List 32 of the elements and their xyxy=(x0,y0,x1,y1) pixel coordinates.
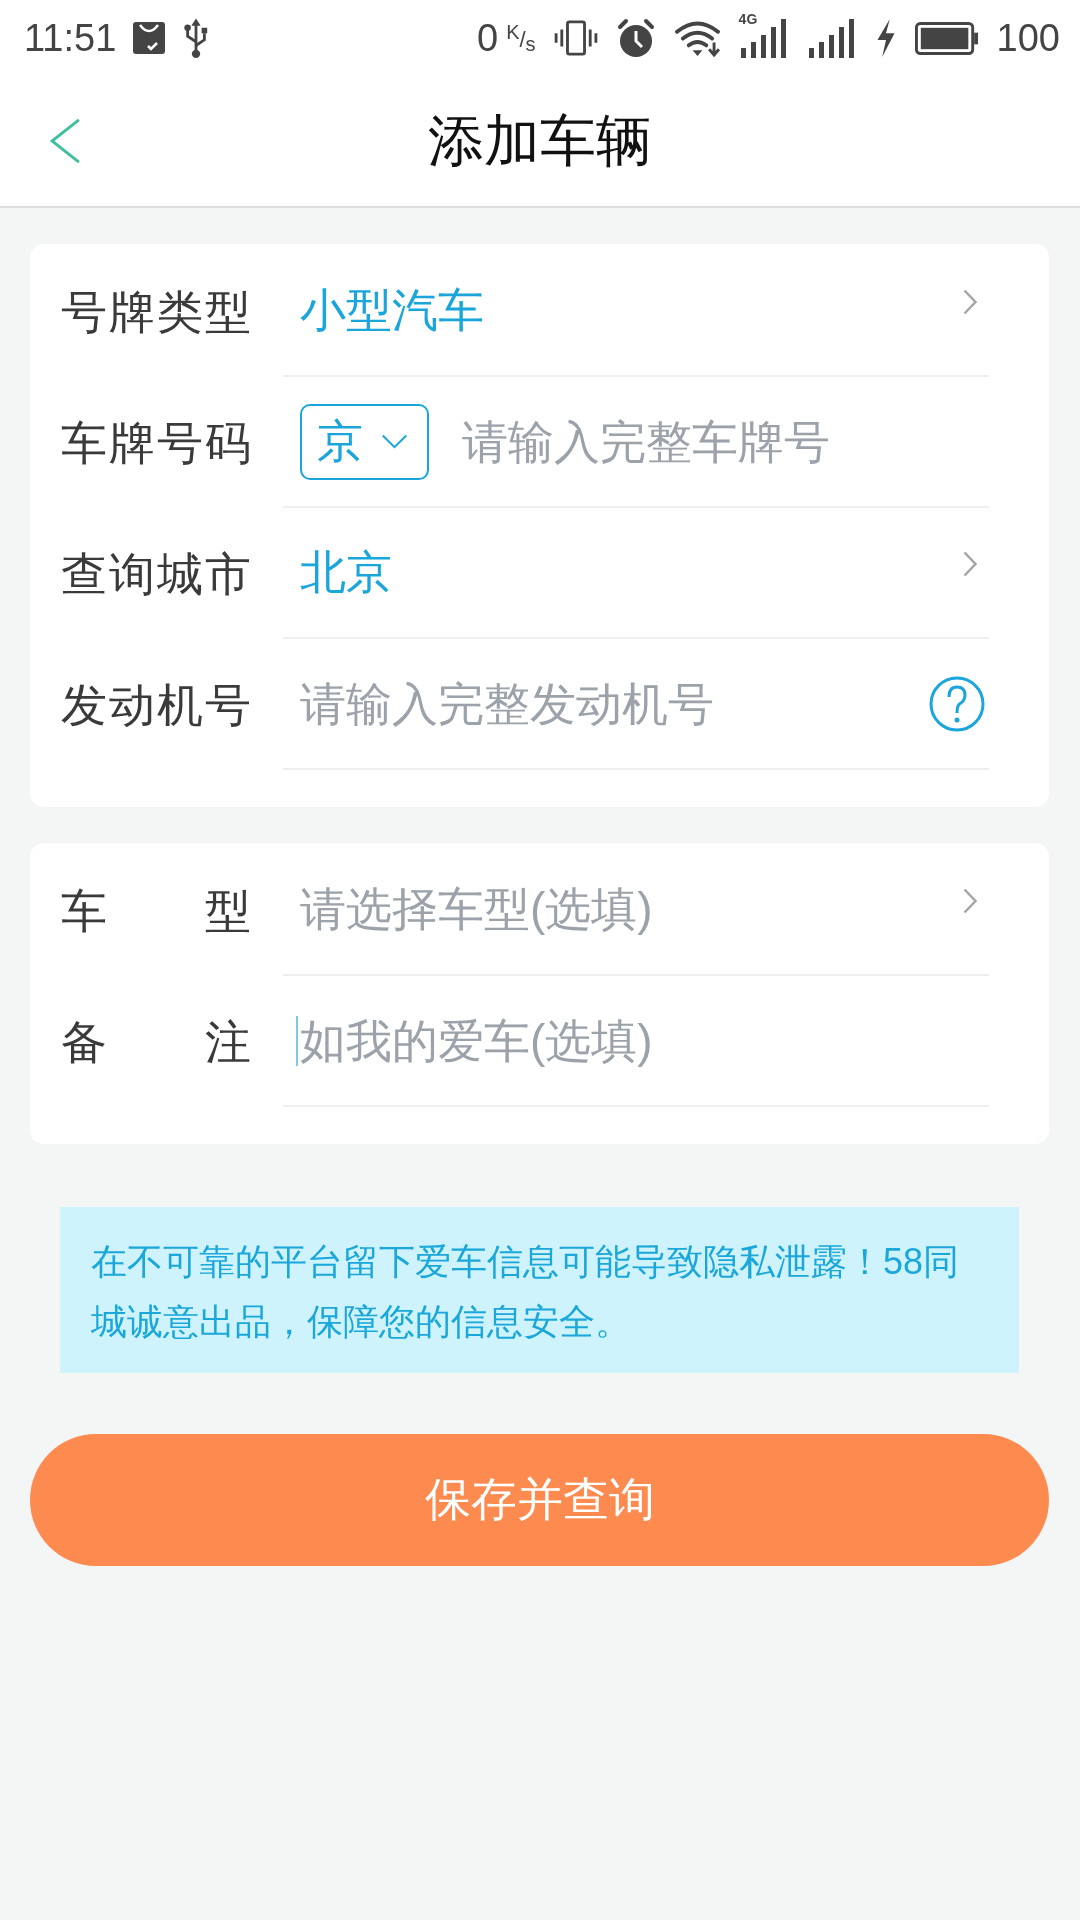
field-label: 备 注 xyxy=(61,1014,251,1070)
battery-percentage: 100 xyxy=(996,16,1060,60)
field-label: 发动机号 xyxy=(61,677,251,733)
network-speed: 0 xyxy=(477,16,499,60)
network-type-label: 4G xyxy=(738,12,758,26)
select-field[interactable]: 请选择车型(选填) xyxy=(300,845,977,974)
alarm-clock-icon xyxy=(615,18,656,58)
vibrate-icon xyxy=(553,20,598,56)
field-label: 车 型 xyxy=(61,883,251,939)
back-icon[interactable] xyxy=(49,118,82,164)
select-field[interactable]: 北京 xyxy=(300,508,977,637)
shopping-bag-icon xyxy=(132,21,167,55)
plate-number-field[interactable]: 请输入完整车牌号 xyxy=(462,411,977,472)
field-label: 号牌类型 xyxy=(61,284,251,340)
text-field[interactable]: 如我的爱车(选填) xyxy=(300,1010,977,1071)
chevron-down-icon xyxy=(381,434,408,449)
wifi-icon xyxy=(673,18,721,58)
battery-icon xyxy=(914,21,979,55)
select-field[interactable]: 小型汽车 xyxy=(300,246,977,375)
field-label: 查询城市 xyxy=(61,546,251,602)
chevron-right-icon xyxy=(963,887,977,914)
text-field[interactable]: 请输入完整发动机号 xyxy=(300,673,929,734)
status-time: 11:51 xyxy=(24,16,117,60)
save-and-query-button[interactable]: 保存并查询 xyxy=(30,1434,1049,1566)
chevron-right-icon xyxy=(963,288,977,315)
signal-icon xyxy=(806,18,857,58)
privacy-notice: 在不可靠的平台留下爱车信息可能导致隐私泄露！58同城诚意出品，保障您的信息安全。 xyxy=(60,1207,1019,1373)
page-title: 添加车辆 xyxy=(428,108,652,174)
chevron-right-icon xyxy=(963,550,977,577)
field-label: 车牌号码 xyxy=(61,415,251,471)
province-dropdown[interactable]: 京 xyxy=(300,403,429,480)
help-icon[interactable] xyxy=(929,675,985,732)
